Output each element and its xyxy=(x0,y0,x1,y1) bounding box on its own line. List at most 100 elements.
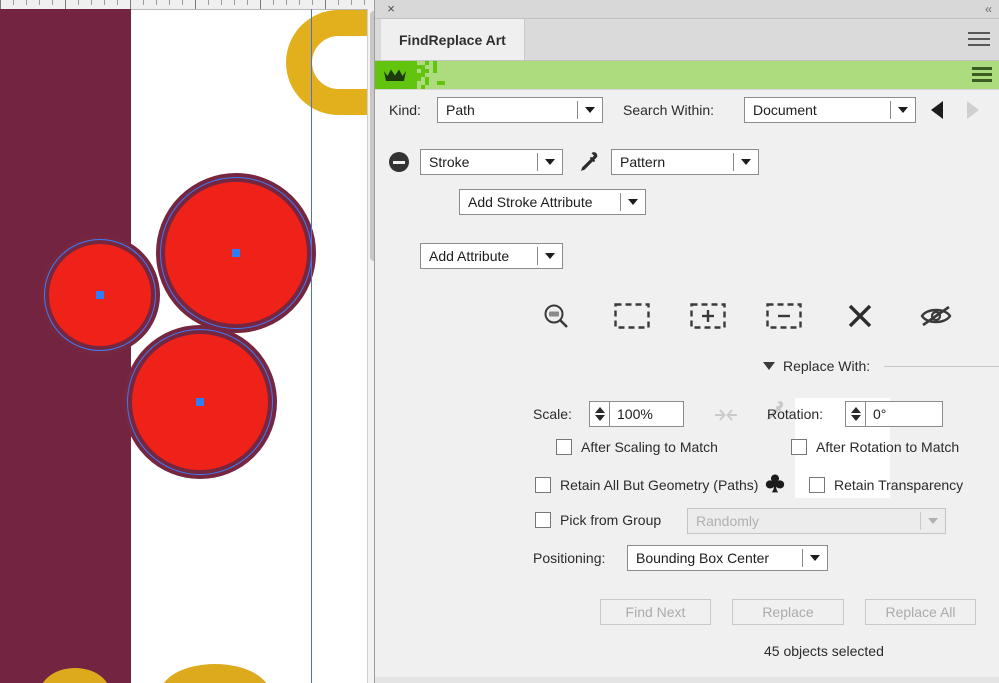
add-stroke-attribute-label: Add Stroke Attribute xyxy=(460,190,620,214)
retain-row: Retain All But Geometry (Paths) Retain T… xyxy=(375,477,999,497)
add-attribute-row: Add Attribute xyxy=(375,243,999,271)
promo-banner[interactable] xyxy=(375,61,999,90)
scale-stepper[interactable]: 100% xyxy=(589,401,684,427)
constrain-icon xyxy=(714,406,738,424)
anchor-point-top[interactable] xyxy=(232,249,240,257)
panel-tabbar: FindReplace Art xyxy=(375,19,999,61)
replace-all-label: Replace All xyxy=(885,604,955,620)
criteria-row: Stroke Pattern xyxy=(375,149,999,177)
tab-findreplace-art[interactable]: FindReplace Art xyxy=(381,19,525,60)
scale-value: 100% xyxy=(610,402,660,426)
match-value: Pattern xyxy=(612,150,733,174)
find-next-label: Find Next xyxy=(626,604,686,620)
replace-with-label: Replace With: xyxy=(783,358,870,374)
pick-from-group-value: Randomly xyxy=(688,509,920,533)
search-scope-row: Kind: Path Search Within: Document xyxy=(375,97,999,125)
checkbox-box[interactable] xyxy=(535,512,551,528)
artwork-yellow-blob[interactable] xyxy=(160,664,270,683)
positioning-row: Positioning: Bounding Box Center xyxy=(375,545,999,573)
artwork-yellow-hook[interactable] xyxy=(286,10,380,115)
chevron-down-icon xyxy=(891,98,915,122)
promo-banner-dither xyxy=(413,61,453,89)
scale-rotation-row: Scale: 100% Rotation: 0° xyxy=(375,401,999,429)
retain-geometry-label: Retain All But Geometry (Paths) xyxy=(560,477,758,493)
pick-from-group-label: Pick from Group xyxy=(560,512,661,528)
findreplace-panel: × ‹‹ FindReplace Art Kind: Path Search W… xyxy=(374,0,999,683)
artboard-guide-line xyxy=(311,9,312,683)
chevron-down-icon xyxy=(734,150,758,174)
panel-menu-icon[interactable] xyxy=(968,32,990,47)
positioning-label: Positioning: xyxy=(533,550,605,566)
scale-label: Scale: xyxy=(533,406,572,422)
application-window: × ‹‹ FindReplace Art Kind: Path Search W… xyxy=(0,0,999,683)
add-attribute-dropdown[interactable]: Add Attribute xyxy=(420,243,563,269)
rotation-value: 0° xyxy=(866,402,893,426)
replace-label: Replace xyxy=(762,604,813,620)
chevron-down-icon xyxy=(538,244,562,268)
add-attribute-label: Add Attribute xyxy=(421,244,537,268)
chevron-down-icon xyxy=(803,546,827,570)
after-rotation-checkbox[interactable]: After Rotation to Match xyxy=(791,439,959,455)
attribute-dropdown[interactable]: Stroke xyxy=(420,149,563,175)
close-icon[interactable]: × xyxy=(384,2,398,16)
replace-all-button[interactable]: Replace All xyxy=(865,599,976,625)
retain-transparency-checkbox[interactable]: Retain Transparency xyxy=(809,477,963,493)
kind-label: Kind: xyxy=(389,102,421,118)
anchor-point-bottom[interactable] xyxy=(196,398,204,406)
artboard-canvas[interactable] xyxy=(0,0,380,683)
checkbox-box[interactable] xyxy=(791,439,807,455)
replace-button[interactable]: Replace xyxy=(732,599,844,625)
disclosure-triangle-icon[interactable] xyxy=(763,362,775,370)
next-triangle-icon xyxy=(967,101,979,119)
eyedropper-icon[interactable] xyxy=(578,151,598,173)
panel-bottom-strip xyxy=(375,677,999,683)
add-stroke-attribute-row: Add Stroke Attribute xyxy=(375,189,999,217)
selection-toolbar xyxy=(375,288,999,344)
rotation-stepper[interactable]: 0° xyxy=(845,401,943,427)
pick-from-group-checkbox[interactable]: Pick from Group xyxy=(535,512,661,528)
kind-value: Path xyxy=(438,98,577,122)
deselect-all-icon[interactable] xyxy=(832,288,888,344)
panel-titlebar: × ‹‹ xyxy=(375,0,999,19)
anchor-point-left[interactable] xyxy=(96,291,104,299)
chevron-down-icon xyxy=(921,509,945,533)
remove-from-selection-icon[interactable] xyxy=(756,288,812,344)
add-to-selection-icon[interactable] xyxy=(680,288,736,344)
retain-geometry-checkbox[interactable]: Retain All But Geometry (Paths) xyxy=(535,477,758,493)
search-within-dropdown[interactable]: Document xyxy=(744,97,916,123)
positioning-value: Bounding Box Center xyxy=(628,546,802,570)
after-scaling-checkbox[interactable]: After Scaling to Match xyxy=(556,439,718,455)
positioning-dropdown[interactable]: Bounding Box Center xyxy=(627,545,828,571)
checkbox-box[interactable] xyxy=(809,477,825,493)
replace-with-section-header[interactable]: Replace With: xyxy=(763,358,999,374)
chevron-down-icon xyxy=(621,190,645,214)
select-icon[interactable] xyxy=(604,288,660,344)
after-rotation-label: After Rotation to Match xyxy=(816,439,959,455)
pick-from-group-dropdown[interactable]: Randomly xyxy=(687,508,946,534)
after-match-row: After Scaling to Match After Rotation to… xyxy=(375,439,999,459)
remove-criterion-button[interactable] xyxy=(389,152,409,172)
rotation-spinner-buttons[interactable] xyxy=(846,402,866,426)
kind-dropdown[interactable]: Path xyxy=(437,97,603,123)
zoom-to-selection-icon[interactable] xyxy=(528,288,584,344)
prev-triangle-icon[interactable] xyxy=(931,101,943,119)
retain-transparency-label: Retain Transparency xyxy=(834,477,963,493)
rotation-label: Rotation: xyxy=(767,406,823,422)
scale-spinner-buttons[interactable] xyxy=(590,402,610,426)
pick-from-group-row: Pick from Group Randomly xyxy=(375,508,999,536)
hide-icon[interactable] xyxy=(908,288,964,344)
section-divider xyxy=(884,366,999,367)
search-within-value: Document xyxy=(745,98,890,122)
match-value-dropdown[interactable]: Pattern xyxy=(611,149,759,175)
search-within-label: Search Within: xyxy=(623,102,714,118)
chevron-down-icon xyxy=(578,98,602,122)
find-next-button[interactable]: Find Next xyxy=(600,599,711,625)
checkbox-box[interactable] xyxy=(535,477,551,493)
attribute-value: Stroke xyxy=(421,150,537,174)
checkbox-box[interactable] xyxy=(556,439,572,455)
promo-menu-icon[interactable] xyxy=(972,67,992,83)
after-scaling-label: After Scaling to Match xyxy=(581,439,718,455)
add-stroke-attribute-dropdown[interactable]: Add Stroke Attribute xyxy=(459,189,646,215)
collapse-panel-icon[interactable]: ‹‹ xyxy=(985,1,991,17)
status-text: 45 objects selected xyxy=(764,643,884,659)
